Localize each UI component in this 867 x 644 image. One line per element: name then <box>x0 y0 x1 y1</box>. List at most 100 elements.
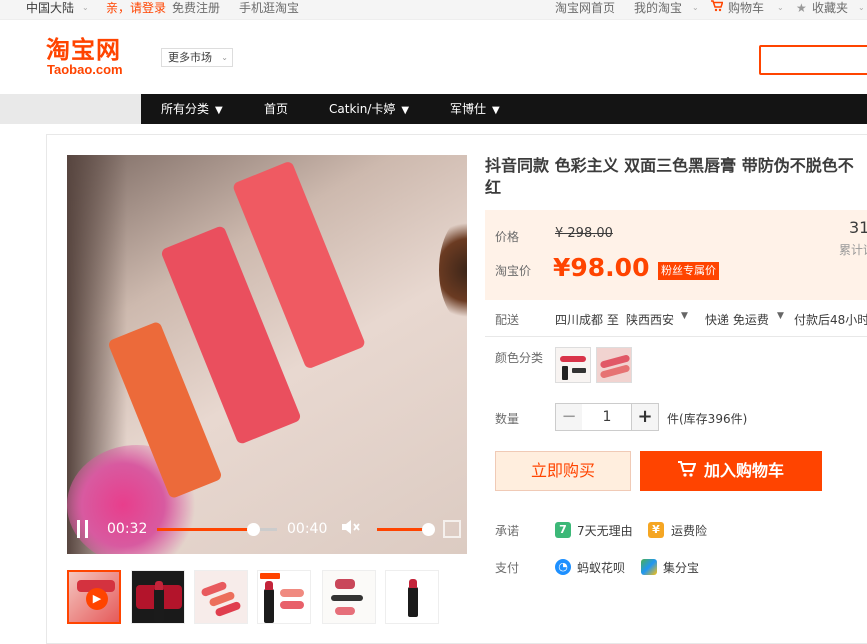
shipping-row: 配送 四川成都 至 陕西西安 ▼ 快递 免运费 ▼ 付款后48小时 <box>485 311 867 327</box>
login-link[interactable]: 亲，请登录 <box>106 0 166 16</box>
thumbnail-image[interactable] <box>131 570 185 624</box>
region-selector[interactable]: 中国大陆 <box>26 0 74 16</box>
original-price: ¥ 298.00 <box>555 226 613 241</box>
cart-icon <box>711 0 724 16</box>
nav-all-categories[interactable]: 所有分类 ▼ <box>161 94 223 126</box>
video-current-time: 00:32 <box>107 521 148 537</box>
price-label: 价格 <box>495 230 520 244</box>
payment-label: 支付 <box>495 561 520 575</box>
taobao-logo-domain[interactable]: Taobao.com <box>47 63 123 77</box>
register-link[interactable]: 免费注册 <box>172 0 220 16</box>
price-panel: 价格 ¥ 298.00 淘宝价 ¥98.00 粉丝专属价 31 累计评 <box>485 210 867 300</box>
color-option-2[interactable] <box>596 347 632 383</box>
taobao-logo[interactable]: 淘宝网 <box>46 36 121 64</box>
mute-icon[interactable] <box>341 519 361 539</box>
nav-junboshi-label: 军博仕 <box>450 102 487 116</box>
stock-info: 件(库存396件) <box>667 412 748 426</box>
volume-knob[interactable] <box>422 523 435 536</box>
current-price: ¥98.00 <box>553 253 650 282</box>
fullscreen-icon[interactable] <box>443 520 461 538</box>
sales-label: 累计评 <box>839 243 867 257</box>
thumbnail-image[interactable] <box>385 570 439 624</box>
star-icon: ★ <box>796 1 807 15</box>
nav-all-categories-label: 所有分类 <box>161 102 210 116</box>
huabei-text[interactable]: 蚂蚁花呗 <box>577 559 625 576</box>
volume-slider[interactable] <box>377 528 428 531</box>
seven-day-return-text[interactable]: 7天无理由 <box>577 522 633 539</box>
add-to-cart-label: 加入购物车 <box>703 461 784 480</box>
shipping-insurance-icon: ¥ <box>648 522 664 538</box>
thumbnail-image[interactable] <box>257 570 311 624</box>
jifenbao-text[interactable]: 集分宝 <box>663 559 699 576</box>
ship-method-selector[interactable]: 快递 免运费 <box>705 311 769 328</box>
jifenbao-icon <box>641 559 657 575</box>
shipping-insurance-text[interactable]: 运费险 <box>671 522 707 539</box>
thumb-lipstick-tube <box>264 581 274 623</box>
site-top-bar: 中国大陆 ⌄ 亲，请登录 免费注册 手机逛淘宝 淘宝网首页 我的淘宝 ⌄ 购物车… <box>0 0 867 20</box>
chevron-down-icon: ⌄ <box>221 53 228 62</box>
color-option-1[interactable] <box>555 347 591 383</box>
more-market-label: 更多市场 <box>168 51 212 64</box>
triangle-down-icon: ▼ <box>401 105 410 116</box>
chevron-down-icon: ⌄ <box>777 3 784 12</box>
nav-catkin-label: Catkin/卡婷 <box>329 102 396 116</box>
cart-icon <box>677 452 697 492</box>
taobao-price-label: 淘宝价 <box>495 264 532 278</box>
triangle-down-icon: ▼ <box>777 311 784 321</box>
nav-junboshi[interactable]: 军博仕 ▼ <box>450 94 500 126</box>
color-label: 颜色分类 <box>495 351 544 365</box>
video-duration: 00:40 <box>287 521 328 537</box>
huabei-icon: ◔ <box>555 559 571 575</box>
product-title-line2: 红 <box>485 178 502 197</box>
thumb-swatch <box>335 579 355 589</box>
mobile-taobao-link[interactable]: 手机逛淘宝 <box>239 0 299 16</box>
more-market-dropdown[interactable]: 更多市场 ⌄ <box>161 48 233 67</box>
ship-from: 四川成都 至 <box>555 313 619 327</box>
ship-destination-selector[interactable]: 陕西西安 <box>626 311 674 328</box>
shop-nav-bar: 所有分类 ▼ 首页 Catkin/卡婷 ▼ 军博仕 ▼ <box>0 94 867 124</box>
favorites-link[interactable]: 收藏夹 <box>812 0 848 16</box>
thumb-tag <box>260 573 280 579</box>
pause-icon[interactable] <box>77 520 89 538</box>
thumbnail-image[interactable] <box>194 570 248 624</box>
buy-now-button[interactable]: 立即购买 <box>495 451 631 491</box>
cart-link[interactable]: 购物车 <box>728 0 764 16</box>
shipping-label: 配送 <box>495 313 520 327</box>
nav-catkin[interactable]: Catkin/卡婷 ▼ <box>329 94 409 126</box>
seven-day-return-icon: 7 <box>555 522 571 538</box>
option-tube <box>572 368 586 373</box>
shop-nav: 所有分类 ▼ 首页 Catkin/卡婷 ▼ 军博仕 ▼ <box>141 94 867 124</box>
thumbnail-image[interactable] <box>322 570 376 624</box>
video-controls: 00:32 00:40 <box>67 510 467 554</box>
add-to-cart-button[interactable]: 加入购物车 <box>640 451 822 491</box>
video-progress-bar[interactable] <box>157 523 277 536</box>
my-taobao-link[interactable]: 我的淘宝 <box>634 0 682 16</box>
product-video-player[interactable]: 00:32 00:40 <box>67 155 467 554</box>
ship-time-note: 付款后48小时 <box>794 313 867 327</box>
chevron-down-icon: ⌄ <box>858 3 865 12</box>
search-input[interactable] <box>759 45 867 75</box>
video-frame-dark-object <box>439 215 467 325</box>
promise-row: 承诺 7 7天无理由 ¥ 运费险 <box>485 522 867 538</box>
site-header: 淘宝网 Taobao.com 更多市场 ⌄ <box>0 20 867 94</box>
video-progress-knob[interactable] <box>247 523 260 536</box>
chevron-down-icon: ⌄ <box>692 3 699 12</box>
taobao-home-link[interactable]: 淘宝网首页 <box>555 0 615 16</box>
triangle-down-icon: ▼ <box>492 105 500 116</box>
play-icon: ▶ <box>86 588 108 610</box>
thumb-swatch <box>335 607 355 615</box>
triangle-down-icon: ▼ <box>215 105 223 116</box>
product-title: 抖音同款 色彩主义 双面三色黑唇膏 带防伪不脱色不 红 <box>485 155 867 199</box>
quantity-input[interactable]: 1 <box>582 403 632 431</box>
fans-price-badge: 粉丝专属价 <box>658 262 719 280</box>
quantity-label: 数量 <box>495 412 520 426</box>
nav-home[interactable]: 首页 <box>264 94 288 124</box>
promise-label: 承诺 <box>495 524 520 538</box>
video-progress-fill <box>157 528 253 531</box>
quantity-decrease-button[interactable]: − <box>555 403 583 431</box>
quantity-increase-button[interactable]: + <box>631 403 659 431</box>
option-swatch <box>560 356 586 362</box>
triangle-down-icon: ▼ <box>681 311 688 321</box>
sales-count: 31 <box>849 218 867 237</box>
thumbnail-video[interactable]: ▶ <box>67 570 121 624</box>
